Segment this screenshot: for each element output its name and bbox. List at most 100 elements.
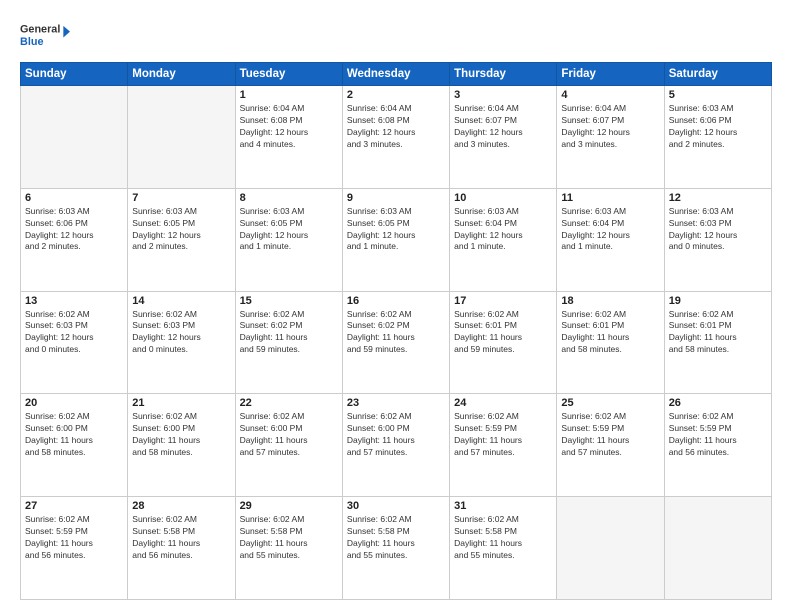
calendar-cell: 25 Sunrise: 6:02 AM Sunset: 5:59 PM Dayli… (557, 394, 664, 497)
day-number: 20 (25, 397, 123, 409)
day-number: 13 (25, 295, 123, 307)
week-row: 1 Sunrise: 6:04 AM Sunset: 6:08 PM Daylig… (21, 86, 772, 189)
day-info: Sunrise: 6:02 AM Sunset: 5:58 PM Dayligh… (240, 514, 338, 562)
day-info: Sunrise: 6:02 AM Sunset: 5:58 PM Dayligh… (347, 514, 445, 562)
calendar-cell: 18 Sunrise: 6:02 AM Sunset: 6:01 PM Dayli… (557, 291, 664, 394)
day-number: 10 (454, 192, 552, 204)
day-number: 29 (240, 500, 338, 512)
day-number: 1 (240, 89, 338, 101)
header-day: Tuesday (235, 63, 342, 86)
day-number: 4 (561, 89, 659, 101)
day-info: Sunrise: 6:04 AM Sunset: 6:08 PM Dayligh… (240, 103, 338, 151)
day-info: Sunrise: 6:02 AM Sunset: 6:01 PM Dayligh… (561, 309, 659, 357)
calendar-cell: 27 Sunrise: 6:02 AM Sunset: 5:59 PM Dayli… (21, 497, 128, 600)
day-number: 30 (347, 500, 445, 512)
day-number: 3 (454, 89, 552, 101)
day-info: Sunrise: 6:02 AM Sunset: 5:58 PM Dayligh… (132, 514, 230, 562)
day-info: Sunrise: 6:02 AM Sunset: 5:59 PM Dayligh… (669, 411, 767, 459)
header-row: SundayMondayTuesdayWednesdayThursdayFrid… (21, 63, 772, 86)
day-info: Sunrise: 6:02 AM Sunset: 6:00 PM Dayligh… (240, 411, 338, 459)
page: General Blue SundayMondayTuesdayWednesda… (0, 0, 792, 612)
day-number: 17 (454, 295, 552, 307)
day-info: Sunrise: 6:02 AM Sunset: 6:01 PM Dayligh… (454, 309, 552, 357)
day-info: Sunrise: 6:02 AM Sunset: 5:59 PM Dayligh… (454, 411, 552, 459)
week-row: 13 Sunrise: 6:02 AM Sunset: 6:03 PM Dayli… (21, 291, 772, 394)
day-number: 26 (669, 397, 767, 409)
calendar-cell: 7 Sunrise: 6:03 AM Sunset: 6:05 PM Daylig… (128, 188, 235, 291)
calendar-cell: 4Sunrise: 6:04 AM Sunset: 6:07 PM Daylig… (557, 86, 664, 189)
calendar-cell: 11Sunrise: 6:03 AM Sunset: 6:04 PM Dayli… (557, 188, 664, 291)
day-number: 9 (347, 192, 445, 204)
day-info: Sunrise: 6:03 AM Sunset: 6:05 PM Dayligh… (132, 206, 230, 254)
day-number: 24 (454, 397, 552, 409)
day-info: Sunrise: 6:03 AM Sunset: 6:05 PM Dayligh… (240, 206, 338, 254)
header-day: Friday (557, 63, 664, 86)
day-info: Sunrise: 6:03 AM Sunset: 6:06 PM Dayligh… (25, 206, 123, 254)
day-number: 15 (240, 295, 338, 307)
header: General Blue (20, 16, 772, 54)
calendar-cell: 16Sunrise: 6:02 AM Sunset: 6:02 PM Dayli… (342, 291, 449, 394)
day-info: Sunrise: 6:02 AM Sunset: 6:00 PM Dayligh… (347, 411, 445, 459)
calendar-cell: 9 Sunrise: 6:03 AM Sunset: 6:05 PM Daylig… (342, 188, 449, 291)
day-number: 7 (132, 192, 230, 204)
day-info: Sunrise: 6:02 AM Sunset: 5:59 PM Dayligh… (561, 411, 659, 459)
calendar-cell: 21 Sunrise: 6:02 AM Sunset: 6:00 PM Dayli… (128, 394, 235, 497)
calendar-cell: 3 Sunrise: 6:04 AM Sunset: 6:07 PM Daylig… (450, 86, 557, 189)
day-number: 16 (347, 295, 445, 307)
day-number: 14 (132, 295, 230, 307)
calendar-cell: 31 Sunrise: 6:02 AM Sunset: 5:58 PM Dayli… (450, 497, 557, 600)
logo-svg: General Blue (20, 16, 70, 54)
calendar-cell: 1 Sunrise: 6:04 AM Sunset: 6:08 PM Daylig… (235, 86, 342, 189)
calendar-cell: 26 Sunrise: 6:02 AM Sunset: 5:59 PM Dayli… (664, 394, 771, 497)
day-info: Sunrise: 6:03 AM Sunset: 6:04 PM Dayligh… (561, 206, 659, 254)
calendar-cell: 23 Sunrise: 6:02 AM Sunset: 6:00 PM Dayli… (342, 394, 449, 497)
calendar-cell: 14Sunrise: 6:02 AM Sunset: 6:03 PM Dayli… (128, 291, 235, 394)
calendar-cell (128, 86, 235, 189)
header-day: Thursday (450, 63, 557, 86)
day-info: Sunrise: 6:03 AM Sunset: 6:05 PM Dayligh… (347, 206, 445, 254)
calendar-cell: 17 Sunrise: 6:02 AM Sunset: 6:01 PM Dayli… (450, 291, 557, 394)
calendar-cell: 22Sunrise: 6:02 AM Sunset: 6:00 PM Dayli… (235, 394, 342, 497)
day-info: Sunrise: 6:02 AM Sunset: 5:58 PM Dayligh… (454, 514, 552, 562)
header-day: Saturday (664, 63, 771, 86)
day-info: Sunrise: 6:03 AM Sunset: 6:03 PM Dayligh… (669, 206, 767, 254)
day-number: 25 (561, 397, 659, 409)
calendar-cell: 12 Sunrise: 6:03 AM Sunset: 6:03 PM Dayli… (664, 188, 771, 291)
header-day: Sunday (21, 63, 128, 86)
calendar-cell: 19Sunrise: 6:02 AM Sunset: 6:01 PM Dayli… (664, 291, 771, 394)
svg-text:Blue: Blue (20, 36, 43, 48)
calendar-cell: 24 Sunrise: 6:02 AM Sunset: 5:59 PM Dayli… (450, 394, 557, 497)
day-number: 27 (25, 500, 123, 512)
day-number: 18 (561, 295, 659, 307)
day-number: 12 (669, 192, 767, 204)
calendar-cell: 28 Sunrise: 6:02 AM Sunset: 5:58 PM Dayli… (128, 497, 235, 600)
day-number: 23 (347, 397, 445, 409)
calendar-cell (557, 497, 664, 600)
day-number: 19 (669, 295, 767, 307)
day-number: 2 (347, 89, 445, 101)
day-number: 6 (25, 192, 123, 204)
logo: General Blue (20, 16, 70, 54)
calendar-cell: 13 Sunrise: 6:02 AM Sunset: 6:03 PM Dayli… (21, 291, 128, 394)
day-info: Sunrise: 6:02 AM Sunset: 5:59 PM Dayligh… (25, 514, 123, 562)
header-day: Monday (128, 63, 235, 86)
day-info: Sunrise: 6:03 AM Sunset: 6:06 PM Dayligh… (669, 103, 767, 151)
day-info: Sunrise: 6:02 AM Sunset: 6:00 PM Dayligh… (132, 411, 230, 459)
day-info: Sunrise: 6:04 AM Sunset: 6:07 PM Dayligh… (454, 103, 552, 151)
day-info: Sunrise: 6:02 AM Sunset: 6:03 PM Dayligh… (25, 309, 123, 357)
day-info: Sunrise: 6:02 AM Sunset: 6:02 PM Dayligh… (240, 309, 338, 357)
calendar-cell: 29 Sunrise: 6:02 AM Sunset: 5:58 PM Dayli… (235, 497, 342, 600)
day-number: 31 (454, 500, 552, 512)
day-info: Sunrise: 6:02 AM Sunset: 6:00 PM Dayligh… (25, 411, 123, 459)
calendar-cell: 8 Sunrise: 6:03 AM Sunset: 6:05 PM Daylig… (235, 188, 342, 291)
day-number: 8 (240, 192, 338, 204)
calendar-cell: 30 Sunrise: 6:02 AM Sunset: 5:58 PM Dayli… (342, 497, 449, 600)
calendar-table: SundayMondayTuesdayWednesdayThursdayFrid… (20, 62, 772, 600)
calendar-cell (21, 86, 128, 189)
calendar-cell: 20 Sunrise: 6:02 AM Sunset: 6:00 PM Dayli… (21, 394, 128, 497)
calendar-cell: 6 Sunrise: 6:03 AM Sunset: 6:06 PM Daylig… (21, 188, 128, 291)
calendar-cell: 5Sunrise: 6:03 AM Sunset: 6:06 PM Daylig… (664, 86, 771, 189)
day-number: 21 (132, 397, 230, 409)
calendar-cell (664, 497, 771, 600)
day-number: 28 (132, 500, 230, 512)
